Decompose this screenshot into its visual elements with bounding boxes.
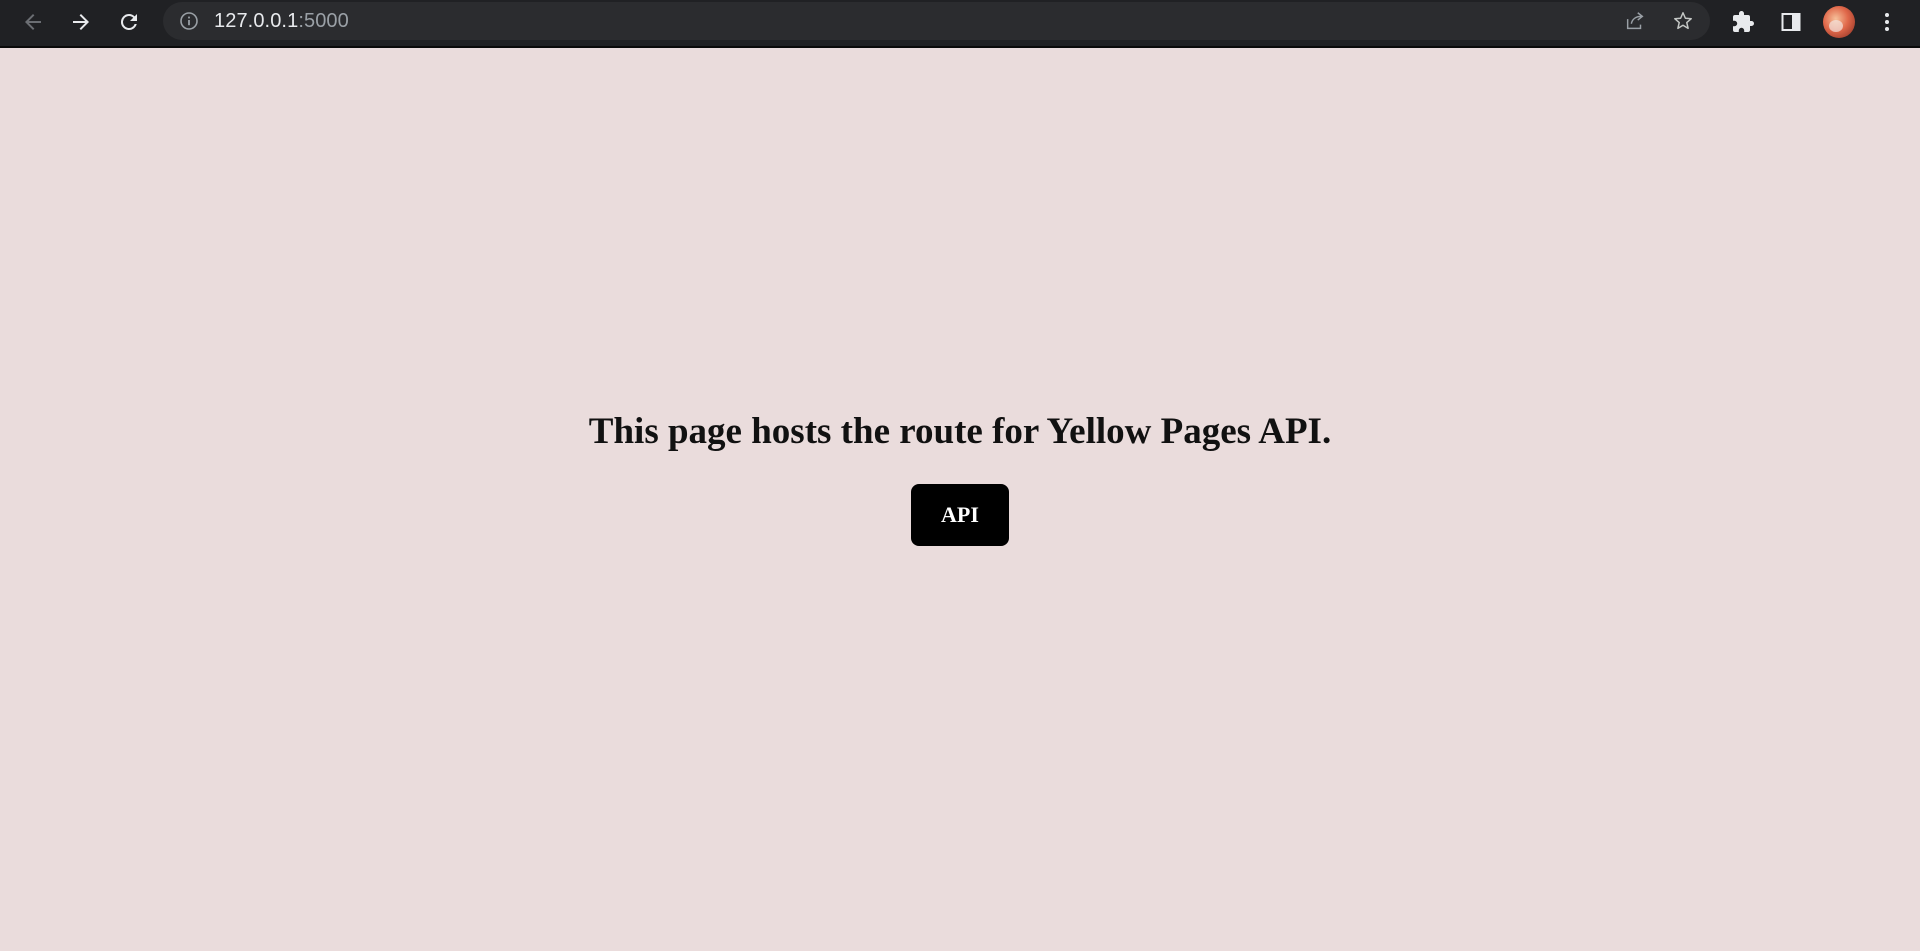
page-content: This page hosts the route for Yellow Pag… <box>0 48 1920 951</box>
back-button[interactable] <box>13 4 53 40</box>
forward-button[interactable] <box>61 4 101 40</box>
info-icon <box>180 12 198 30</box>
reload-icon <box>120 13 137 30</box>
star-icon <box>1674 12 1692 30</box>
reload-button[interactable] <box>109 4 149 40</box>
avatar[interactable] <box>1823 6 1855 38</box>
site-info-button[interactable] <box>179 11 199 31</box>
browser-toolbar: 127.0.0.1:5000 <box>0 0 1920 48</box>
share-icon <box>1626 12 1644 30</box>
url-host: 127.0.0.1 <box>214 10 299 32</box>
api-button[interactable]: API <box>911 484 1009 546</box>
bookmark-button[interactable] <box>1668 7 1698 35</box>
url-port: :5000 <box>298 10 349 32</box>
menu-button[interactable] <box>1867 4 1907 40</box>
share-button[interactable] <box>1620 7 1650 35</box>
kebab-menu-icon <box>1885 13 1889 31</box>
side-panel-button[interactable] <box>1771 4 1811 40</box>
puzzle-icon <box>1733 11 1754 32</box>
arrow-right-icon <box>73 14 89 30</box>
side-panel-icon <box>1781 13 1801 31</box>
page-title: This page hosts the route for Yellow Pag… <box>588 411 1332 452</box>
extensions-button[interactable] <box>1723 4 1763 40</box>
address-bar[interactable]: 127.0.0.1:5000 <box>163 2 1710 40</box>
arrow-left-icon <box>25 14 41 30</box>
url-text[interactable]: 127.0.0.1:5000 <box>214 2 349 40</box>
